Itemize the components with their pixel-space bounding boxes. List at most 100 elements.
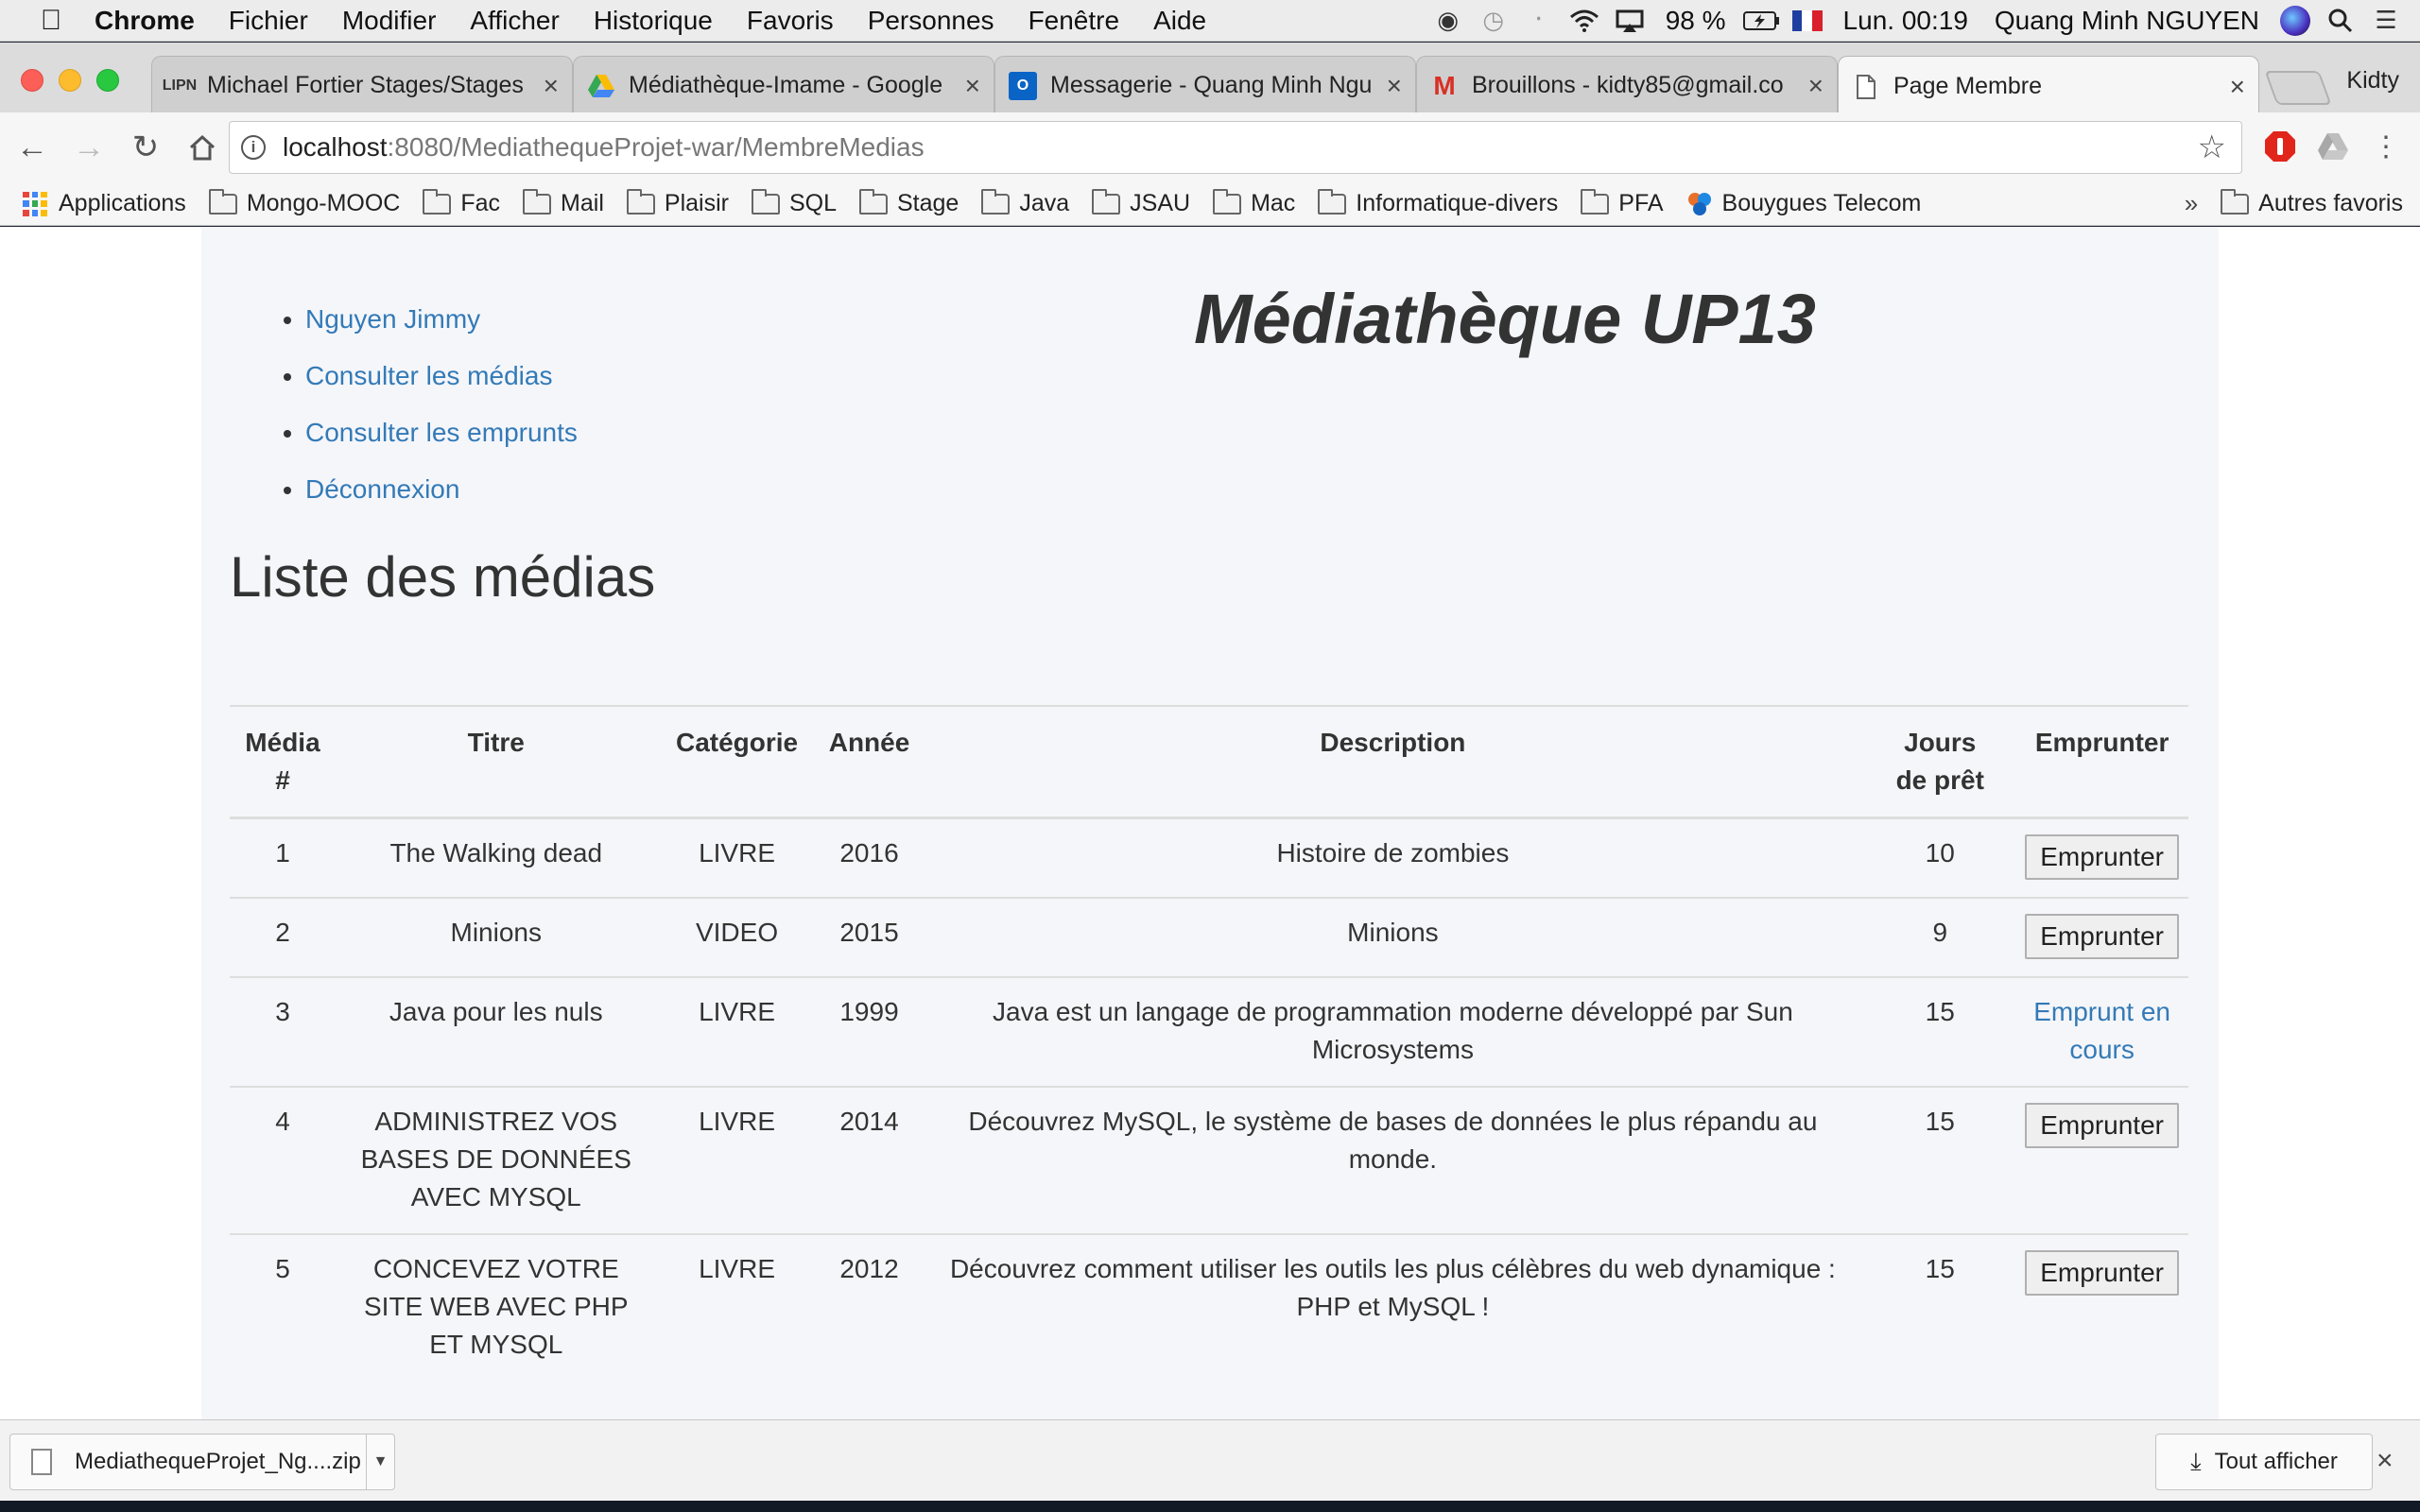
close-download-shelf-icon[interactable]: × xyxy=(2377,1445,2394,1477)
menubar-user[interactable]: Quang Minh NGUYEN xyxy=(1981,6,2273,36)
menu-favoris[interactable]: Favoris xyxy=(730,6,851,36)
tab-close-icon[interactable]: × xyxy=(2230,72,2245,102)
vpn-icon[interactable]: ◉ xyxy=(1426,0,1471,42)
cell-category: LIVRE xyxy=(656,1233,818,1381)
browser-toolbar: ← → ↻ i localhost:8080/MediathequeProjet… xyxy=(0,112,2420,182)
window-zoom-button[interactable] xyxy=(96,69,119,92)
table-header-row: Média # Titre Catégorie Année Descriptio… xyxy=(230,705,2188,819)
menu-modifier[interactable]: Modifier xyxy=(325,6,454,36)
notification-center-icon[interactable]: ☰ xyxy=(2363,0,2409,42)
back-icon[interactable]: ← xyxy=(8,123,57,172)
bluetooth-icon[interactable]: ᛫ xyxy=(1516,0,1562,42)
menubar-status-area: ◉ ◷ ᛫ 98 % Lun. 00:19 Quang Minh NGUYEN … xyxy=(1426,0,2420,42)
menu-fichier[interactable]: Fichier xyxy=(212,6,325,36)
folder-icon xyxy=(1581,188,1610,215)
cell-title: Java pour les nuls xyxy=(335,976,657,1087)
menu-personnes[interactable]: Personnes xyxy=(851,6,1011,36)
airplay-icon[interactable] xyxy=(1607,0,1652,42)
cell-category: LIVRE xyxy=(656,976,818,1087)
menubar-clock[interactable]: Lun. 00:19 xyxy=(1830,6,1981,36)
bookmark-folder-informatique-divers[interactable]: Informatique-divers xyxy=(1318,188,1559,217)
nav-link-deconnexion[interactable]: Déconnexion xyxy=(305,474,459,504)
tab-google-drive[interactable]: Médiathèque-Imame - Google × xyxy=(573,56,994,114)
page-favicon-icon xyxy=(1852,73,1880,101)
emprunter-button[interactable]: Emprunter xyxy=(2025,834,2179,880)
home-icon[interactable] xyxy=(178,123,227,172)
menu-app-name[interactable]: Chrome xyxy=(78,6,212,36)
bookmark-folder-stage[interactable]: Stage xyxy=(859,188,959,217)
address-bar[interactable]: i localhost:8080/MediathequeProjet-war/M… xyxy=(229,121,2242,174)
show-all-downloads-button[interactable]: ⤓ Tout afficher xyxy=(2155,1434,2373,1490)
bookmark-folder-java[interactable]: Java xyxy=(981,188,1070,217)
tab-close-icon[interactable]: × xyxy=(1387,71,1402,101)
spotlight-search-icon[interactable] xyxy=(2318,0,2363,42)
forward-icon[interactable]: → xyxy=(64,123,113,172)
tab-lipn[interactable]: LIPN Michael Fortier Stages/Stages × xyxy=(151,56,573,114)
time-machine-icon[interactable]: ◷ xyxy=(1471,0,1516,42)
emprunter-button[interactable]: Emprunter xyxy=(2025,1250,2179,1296)
bookmark-label: PFA xyxy=(1618,190,1664,216)
bookmark-folder-mail[interactable]: Mail xyxy=(523,188,604,217)
new-tab-button[interactable] xyxy=(2264,71,2332,105)
page-viewport[interactable]: Nguyen Jimmy Consulter les médias Consul… xyxy=(0,227,2420,1419)
download-options-chevron-icon[interactable]: ▼ xyxy=(366,1435,394,1489)
menu-fenetre[interactable]: Fenêtre xyxy=(1011,6,1137,36)
bookmark-folder-mac[interactable]: Mac xyxy=(1213,188,1295,217)
tab-gmail[interactable]: M Brouillons - kidty85@gmail.co × xyxy=(1416,56,1838,114)
emprunt-en-cours-link[interactable]: Emprunt en cours xyxy=(2033,997,2170,1064)
menu-aide[interactable]: Aide xyxy=(1136,6,1223,36)
window-close-button[interactable] xyxy=(21,69,43,92)
bookmark-label: Plaisir xyxy=(664,190,729,216)
cell-description: Histoire de zombies xyxy=(921,816,1865,898)
apple-icon[interactable]:  xyxy=(25,5,78,37)
emprunter-button[interactable]: Emprunter xyxy=(2025,1103,2179,1148)
bookmark-star-icon[interactable]: ☆ xyxy=(2198,129,2226,166)
bookmark-label: Bouygues Telecom xyxy=(1721,190,1922,216)
site-info-icon[interactable]: i xyxy=(241,135,266,160)
nav-link-consulter-emprunts[interactable]: Consulter les emprunts xyxy=(305,418,578,447)
bookmark-label: Stage xyxy=(897,190,959,216)
folder-icon xyxy=(626,188,655,215)
bookmark-folder-jsau[interactable]: JSAU xyxy=(1092,188,1190,217)
adblock-extension-icon[interactable] xyxy=(2261,128,2299,165)
tab-page-membre[interactable]: Page Membre × xyxy=(1838,56,2259,116)
macos-menubar:  Chrome Fichier Modifier Afficher Histo… xyxy=(0,0,2420,42)
bookmark-folder-fac[interactable]: Fac xyxy=(423,188,500,217)
column-header-annee: Année xyxy=(817,705,922,819)
tab-close-icon[interactable]: × xyxy=(965,71,980,101)
tab-outlook[interactable]: O Messagerie - Quang Minh Ngu × xyxy=(994,56,1416,114)
bookmark-label: Informatique-divers xyxy=(1356,190,1559,216)
battery-charging-icon[interactable] xyxy=(1739,0,1785,42)
tab-close-icon[interactable]: × xyxy=(544,71,559,101)
bookmarks-overflow-chevron-icon[interactable]: » xyxy=(2185,189,2198,218)
bookmark-folder-sql[interactable]: SQL xyxy=(751,188,837,217)
cell-loan-days: 15 xyxy=(1864,976,2016,1087)
folder-icon xyxy=(208,188,237,215)
reload-icon[interactable]: ↻ xyxy=(121,123,170,172)
download-item[interactable]: MediathequeProjet_Ng....zip ▼ xyxy=(9,1434,395,1490)
bookmark-bouygues-telecom[interactable]: Bouygues Telecom xyxy=(1686,190,1922,217)
tab-close-icon[interactable]: × xyxy=(1808,71,1824,101)
bookmark-folder-autres-favoris[interactable]: Autres favoris xyxy=(2221,188,2403,217)
window-minimize-button[interactable] xyxy=(59,69,81,92)
bookmark-folder-pfa[interactable]: PFA xyxy=(1581,188,1664,217)
bookmark-label: Java xyxy=(1019,190,1070,216)
bookmark-applications[interactable]: Applications xyxy=(23,190,186,217)
wifi-icon[interactable] xyxy=(1562,0,1607,42)
folder-icon xyxy=(981,188,1011,215)
profile-name[interactable]: Kidty xyxy=(2346,67,2399,94)
siri-icon[interactable] xyxy=(2273,0,2318,42)
drive-extension-icon[interactable] xyxy=(2314,128,2352,165)
cell-loan-days: 15 xyxy=(1864,1233,2016,1381)
input-source-flag-icon[interactable] xyxy=(1785,0,1830,42)
menu-afficher[interactable]: Afficher xyxy=(453,6,576,36)
nav-link-profile[interactable]: Nguyen Jimmy xyxy=(305,304,480,334)
nav-link-consulter-medias[interactable]: Consulter les médias xyxy=(305,361,552,390)
chrome-menu-icon[interactable]: ⋮ xyxy=(2367,128,2405,165)
bookmark-folder-plaisir[interactable]: Plaisir xyxy=(626,188,729,217)
menu-historique[interactable]: Historique xyxy=(577,6,730,36)
bookmark-folder-mongo-mooc[interactable]: Mongo-MOOC xyxy=(208,188,400,217)
emprunter-button[interactable]: Emprunter xyxy=(2025,914,2179,959)
apps-grid-icon xyxy=(23,191,47,216)
battery-percent: 98 % xyxy=(1665,5,1726,35)
